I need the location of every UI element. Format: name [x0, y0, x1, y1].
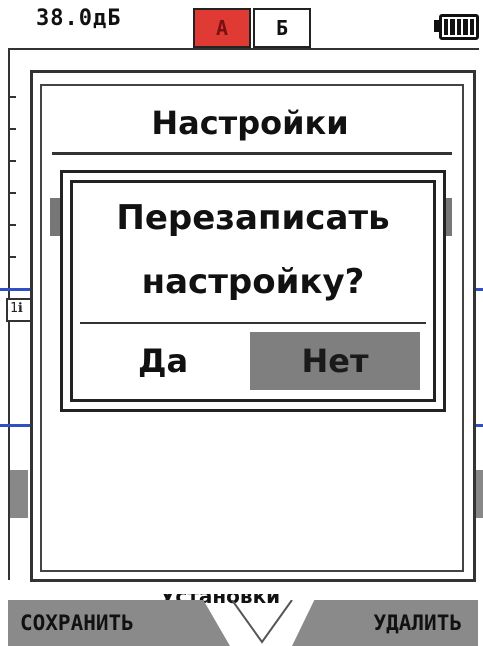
- yes-button[interactable]: Да: [82, 332, 244, 390]
- axis-tick: [8, 224, 16, 226]
- battery-full-icon: [439, 14, 479, 40]
- dialog-divider: [80, 322, 426, 324]
- axis-tick: [8, 256, 16, 258]
- settings-title: Настройки: [151, 104, 349, 142]
- status-bar: 38.0дБ А Б: [0, 0, 483, 48]
- softkey-bar: СОХРАНИТЬ УДАЛИТЬ: [0, 600, 483, 646]
- axis-tick: [8, 96, 16, 98]
- settings-divider: [52, 152, 452, 155]
- dialog-question-line1: Перезаписать: [116, 198, 390, 238]
- channel-b-tab[interactable]: Б: [253, 8, 311, 48]
- delete-button[interactable]: УДАЛИТЬ: [292, 600, 478, 646]
- channel-a-tab[interactable]: А: [193, 8, 251, 48]
- graph-top-border: [8, 48, 479, 50]
- axis-tick: [8, 160, 16, 162]
- side-indicator-left: [10, 470, 28, 518]
- save-button[interactable]: СОХРАНИТЬ: [8, 600, 230, 646]
- axis-tick: [8, 128, 16, 130]
- level-readout: 38.0дБ: [36, 6, 122, 31]
- axis-tick: [8, 192, 16, 194]
- dialog-question-line2: настройку?: [141, 262, 365, 302]
- no-button[interactable]: Нет: [250, 332, 420, 390]
